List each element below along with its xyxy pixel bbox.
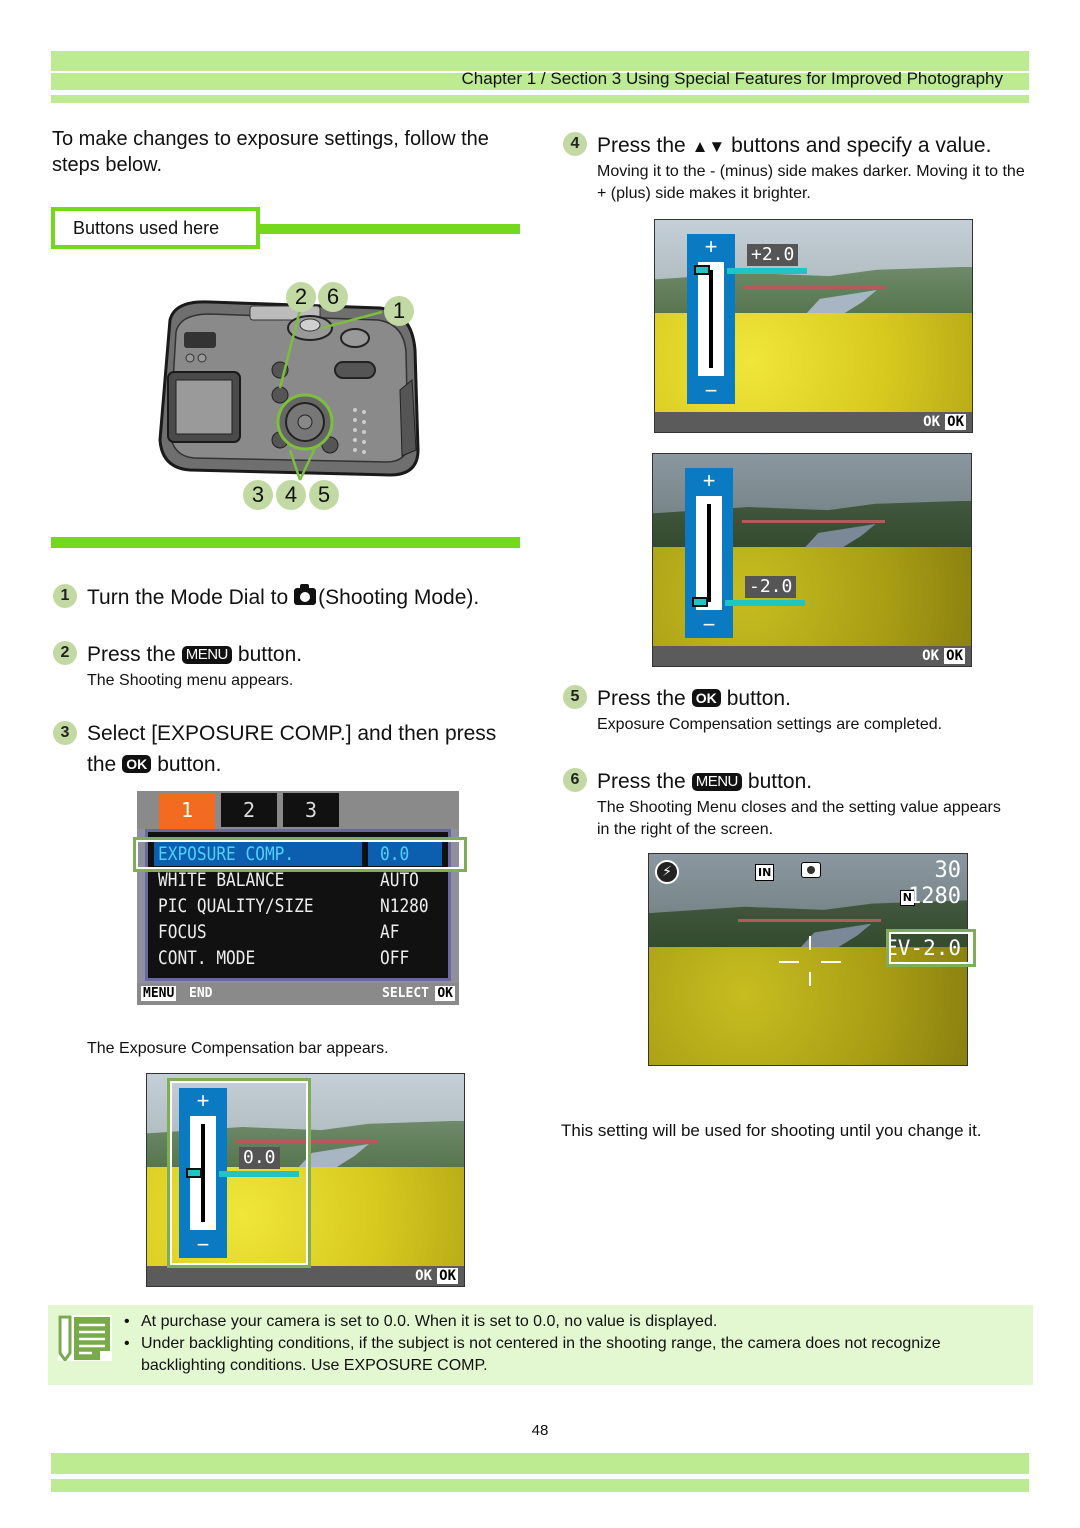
step-2-note: The Shooting menu appears. xyxy=(87,672,294,689)
step-6-number: 6 xyxy=(563,768,587,792)
memo-icon xyxy=(58,1315,112,1361)
step-6-title: Press the MENU button. xyxy=(597,770,813,793)
step-2-title: Press the MENU button. xyxy=(87,643,303,666)
section-rule xyxy=(51,537,520,548)
menu-footer: MENU END SELECT OK xyxy=(137,983,459,1005)
plus-icon: + xyxy=(704,234,718,259)
callout-5: 5 xyxy=(309,480,339,510)
shots-remaining: 30 xyxy=(934,858,962,883)
minus-icon: − xyxy=(702,612,716,637)
af-crosshair-bottom xyxy=(809,972,811,986)
step-2-number: 2 xyxy=(53,641,77,665)
callout-2: 2 xyxy=(286,282,316,312)
af-crosshair-left xyxy=(779,961,799,963)
header-band-top xyxy=(51,51,1029,71)
note-list: At purchase your camera is set to 0.0. W… xyxy=(124,1311,1004,1377)
ok-key-icon: OK xyxy=(944,648,965,664)
step-5-number: 5 xyxy=(563,685,587,709)
ok-label: OK xyxy=(922,648,939,664)
menu-tab-3: 3 xyxy=(283,793,339,827)
ev-pointer xyxy=(725,600,805,606)
step-1-title: Turn the Mode Dial to (Shooting Mode). xyxy=(87,584,480,609)
ok-key-icon: OK xyxy=(122,755,152,773)
ok-key-icon: OK xyxy=(945,414,966,430)
ev-slider-handle xyxy=(692,597,708,607)
callout-4: 4 xyxy=(276,480,306,510)
af-crosshair-top xyxy=(809,936,811,950)
ok-label: OK xyxy=(923,414,940,430)
buttons-used-heading: Buttons used here xyxy=(51,207,260,249)
up-down-arrows-icon: ▲▼ xyxy=(691,137,726,156)
shooting-menu-screenshot: 1 2 3 EXPOSURE COMP. 0.0 WHITE BALANCE AUT… xyxy=(137,791,459,1005)
status-bar: OK OK xyxy=(147,1266,464,1286)
callout-1: 1 xyxy=(384,296,414,326)
step-3-title-line1: Select [EXPOSURE COMP.] and then press xyxy=(87,722,497,745)
af-crosshair-right xyxy=(821,961,841,963)
menu-row-cont-mode: CONT. MODE OFF xyxy=(158,947,410,969)
status-bar: OK OK xyxy=(653,646,971,666)
note-item: Under backlighting conditions, if the su… xyxy=(124,1333,1004,1377)
step-5-note: Exposure Compensation settings are compl… xyxy=(597,716,943,733)
footer-band-bottom xyxy=(51,1479,1029,1492)
step-6-note: The Shooting Menu closes and the setting… xyxy=(597,799,1001,838)
ev-bar: + − xyxy=(687,234,735,404)
image-size: 1280 xyxy=(908,884,961,909)
ev-screen-zero: + −0.0 OK OK xyxy=(146,1073,465,1287)
menu-tabs: 1 2 3 xyxy=(137,791,459,835)
menu-key-icon: MENU xyxy=(691,773,742,791)
step-3-note: The Exposure Compensation bar appears. xyxy=(87,1040,389,1057)
closing-note: This setting will be used for shooting u… xyxy=(561,1121,982,1140)
ev-value-label: +2.0 xyxy=(747,244,799,266)
ev-track xyxy=(696,496,722,610)
step-1-number: 1 xyxy=(53,584,77,608)
page-number: 48 xyxy=(531,1422,549,1439)
minus-icon: − xyxy=(704,378,718,403)
step-3-title-line2: the OK button. xyxy=(87,753,222,776)
shooting-mode-icon xyxy=(801,862,821,878)
ok-key-icon: OK xyxy=(691,689,721,707)
ev-track-line xyxy=(709,270,713,368)
heading-rule xyxy=(258,224,520,234)
callout-6: 6 xyxy=(318,282,348,312)
ev-highlight-frame xyxy=(167,1078,311,1268)
ev-bar: + − xyxy=(685,468,733,638)
step-4-note: Moving it to the - (minus) side makes da… xyxy=(597,163,1025,202)
ok-label: OK xyxy=(415,1268,432,1284)
ev-highlight-frame xyxy=(886,929,976,967)
intro-text: To make changes to exposure settings, fo… xyxy=(52,128,489,176)
ev-slider-handle xyxy=(694,265,710,275)
step-3-number: 3 xyxy=(53,721,77,745)
chapter-header: Chapter 1 / Section 3 Using Special Feat… xyxy=(461,69,1003,88)
callout-3: 3 xyxy=(243,480,273,510)
status-bar: OK OK xyxy=(655,412,972,432)
footer-band-top xyxy=(51,1453,1029,1474)
menu-tab-2: 2 xyxy=(221,793,277,827)
note-box: At purchase your camera is set to 0.0. W… xyxy=(48,1305,1033,1385)
header-band-bottom xyxy=(51,95,1029,103)
step-5-title: Press the OK button. xyxy=(597,687,791,710)
menu-key-icon: MENU xyxy=(181,646,232,664)
ok-key-icon: OK xyxy=(437,1268,458,1284)
selection-highlight-frame xyxy=(133,837,467,872)
step-4-title: Press the ▲▼ buttons and specify a value… xyxy=(597,134,992,157)
ev-screen-minus: + − -2.0 OK OK xyxy=(652,453,972,667)
ev-track-line xyxy=(707,504,711,602)
flash-off-icon: ⚡ xyxy=(655,860,679,884)
internal-memory-icon: IN xyxy=(755,864,775,881)
ev-pointer xyxy=(727,268,807,274)
step-4-number: 4 xyxy=(563,132,587,156)
ev-screen-plus: + − +2.0 OK OK xyxy=(654,219,973,433)
menu-row-focus: FOCUS AF xyxy=(158,921,400,943)
note-item: At purchase your camera is set to 0.0. W… xyxy=(124,1311,1004,1333)
camera-icon xyxy=(294,584,317,605)
plus-icon: + xyxy=(702,468,716,493)
ev-track xyxy=(698,262,724,376)
menu-row-pic-quality: PIC QUALITY/SIZE N1280 xyxy=(158,895,429,917)
ev-value-label: -2.0 xyxy=(745,576,797,598)
